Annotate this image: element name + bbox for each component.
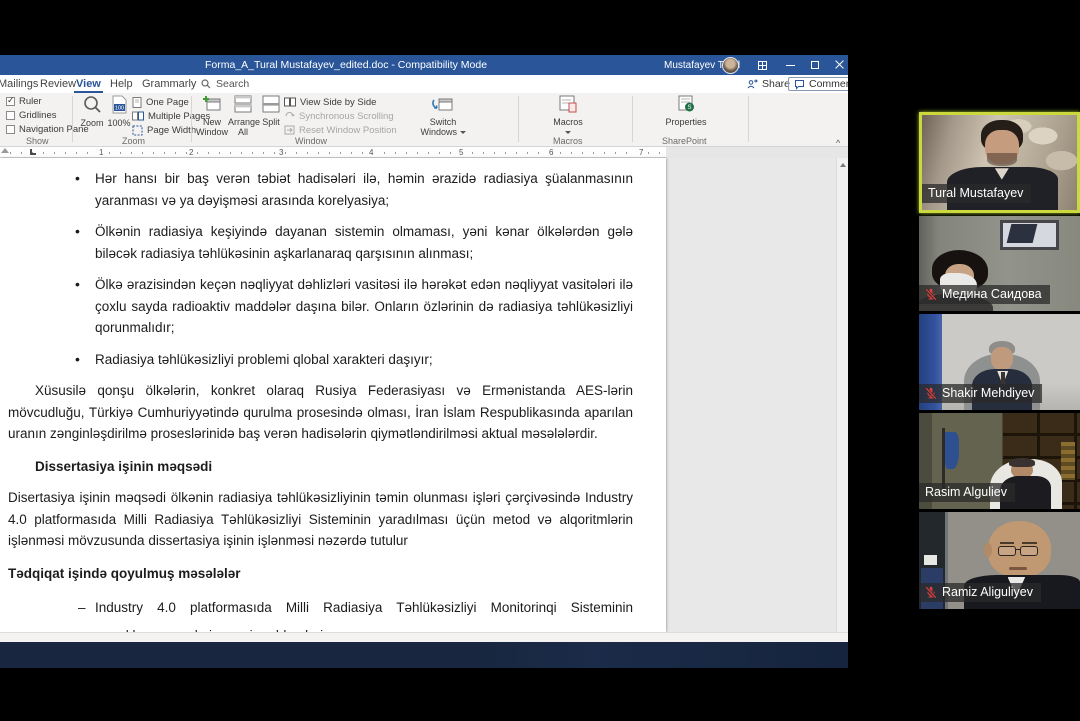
search-input[interactable]: Search bbox=[201, 77, 249, 91]
dash-item: Industry 4.0 platformasıda Milli Radiasi… bbox=[8, 594, 633, 632]
minimize-button[interactable] bbox=[778, 55, 804, 75]
section-heading: Dissertasiya işinin məqsədi bbox=[35, 456, 633, 478]
participant-tile[interactable]: Медина Саидова bbox=[919, 216, 1080, 311]
dash-list: Industry 4.0 platformasıda Milli Radiasi… bbox=[8, 594, 633, 632]
arrange-all-button[interactable]: Arrange All bbox=[228, 95, 258, 137]
arrange-all-icon bbox=[233, 95, 253, 113]
share-icon bbox=[747, 79, 758, 90]
scroll-up-icon[interactable] bbox=[840, 163, 846, 167]
macros-group-label: Macros bbox=[553, 136, 583, 146]
zoom-group-label: Zoom bbox=[122, 136, 145, 146]
muted-mic-icon bbox=[925, 288, 937, 301]
vertical-scrollbar[interactable] bbox=[836, 158, 848, 632]
bullet-list: Hər hansı bir baş verən təbiət hadisələr… bbox=[8, 168, 633, 370]
muted-mic-icon bbox=[925, 586, 937, 599]
document-page[interactable]: Hər hansı bir baş verən təbiət hadisələr… bbox=[0, 158, 666, 632]
participant-name: Ramiz Aliguliyev bbox=[919, 583, 1041, 602]
participant-tile[interactable]: Ramiz Aliguliyev bbox=[919, 512, 1080, 609]
comments-icon bbox=[794, 79, 805, 90]
participant-name: Rasim Alguliev bbox=[919, 483, 1015, 502]
magnifier-icon bbox=[83, 95, 102, 114]
screen-share-area: Forma_A_Tural Mustafayev_edited.doc - Co… bbox=[0, 55, 848, 668]
page-width-button[interactable]: Page Width bbox=[132, 124, 196, 136]
bullet-item: Ölkə ərazisindən keçən nəqliyyat dəhlizl… bbox=[8, 274, 633, 339]
participant-name: Tural Mustafayev bbox=[922, 184, 1031, 203]
windows-taskbar[interactable] bbox=[0, 642, 848, 668]
bullet-item: Ölkənin radiasiya keşiyində dayanan sist… bbox=[8, 221, 633, 264]
dropdown-caret-icon bbox=[460, 131, 466, 134]
show-group-label: Show bbox=[26, 136, 49, 146]
dropdown-caret-icon bbox=[565, 131, 571, 134]
synchronous-scrolling-button[interactable]: Synchronous Scrolling bbox=[284, 110, 394, 122]
bullet-item: Hər hansı bir baş verən təbiət hadisələr… bbox=[8, 168, 633, 211]
svg-text:100: 100 bbox=[114, 106, 123, 112]
document-content: Hər hansı bir baş verən təbiət hadisələr… bbox=[0, 158, 666, 632]
tab-view[interactable]: View bbox=[72, 75, 105, 93]
side-by-side-icon bbox=[284, 97, 296, 107]
participant-name: Медина Саидова bbox=[919, 285, 1050, 304]
ribbon-display-options-icon[interactable] bbox=[750, 55, 776, 75]
new-window-button[interactable]: New Window bbox=[196, 95, 228, 137]
checkbox-icon bbox=[6, 111, 15, 120]
share-button[interactable]: Share bbox=[747, 77, 790, 91]
ruler-checkbox[interactable]: Ruler bbox=[6, 95, 42, 107]
reset-window-position-button[interactable]: Reset Window Position bbox=[284, 124, 397, 136]
checkbox-checked-icon bbox=[6, 97, 15, 106]
zoom-100-button[interactable]: 100 100% bbox=[106, 95, 132, 128]
meeting-stage: Forma_A_Tural Mustafayev_edited.doc - Co… bbox=[0, 0, 1080, 721]
tab-stop-marker[interactable] bbox=[30, 149, 36, 155]
new-window-icon bbox=[202, 95, 222, 113]
properties-icon: S bbox=[676, 95, 696, 113]
macros-icon bbox=[558, 95, 578, 113]
page-100-icon: 100 bbox=[111, 95, 128, 114]
svg-text:S: S bbox=[687, 105, 691, 111]
gridlines-checkbox[interactable]: Gridlines bbox=[6, 109, 57, 121]
muted-mic-icon bbox=[925, 387, 937, 400]
close-button[interactable] bbox=[826, 55, 848, 75]
document-title: Forma_A_Tural Mustafayev_edited.doc - Co… bbox=[205, 59, 487, 71]
restore-button[interactable] bbox=[802, 55, 828, 75]
one-page-button[interactable]: One Page bbox=[132, 96, 189, 108]
collapse-ribbon-icon[interactable]: ^ bbox=[836, 139, 846, 147]
multiple-pages-icon bbox=[132, 111, 144, 122]
bullet-item: Radiasiya təhlükəsizliyi problemi qlobal… bbox=[8, 349, 633, 371]
page-width-icon bbox=[132, 125, 143, 136]
zoom-button[interactable]: Zoom bbox=[76, 95, 108, 128]
sharepoint-group-label: SharePoint bbox=[662, 136, 707, 146]
paragraph: Xüsusilə qonşu ölkələrin, konkret olaraq… bbox=[8, 380, 633, 445]
reset-window-icon bbox=[284, 125, 295, 135]
word-status-bar bbox=[0, 632, 848, 642]
participant-tile[interactable]: Rasim Alguliev bbox=[919, 413, 1080, 509]
tab-help[interactable]: Help bbox=[106, 75, 137, 93]
checkbox-icon bbox=[6, 125, 15, 134]
horizontal-ruler[interactable]: 1234567 bbox=[0, 147, 848, 158]
switch-windows-button[interactable]: Switch Windows bbox=[420, 95, 466, 137]
ribbon-tab-row: Mailings Review View Help Grammarly Sear… bbox=[0, 75, 848, 93]
indent-marker[interactable] bbox=[1, 148, 9, 153]
properties-button[interactable]: S Properties bbox=[662, 95, 710, 127]
word-titlebar: Forma_A_Tural Mustafayev_edited.doc - Co… bbox=[0, 55, 848, 75]
participant-tile[interactable]: Tural Mustafayev bbox=[919, 112, 1080, 213]
sync-scrolling-icon bbox=[284, 111, 295, 121]
participant-name: Shakir Mehdiyev bbox=[919, 384, 1042, 403]
account-avatar[interactable] bbox=[722, 57, 739, 74]
tab-grammarly[interactable]: Grammarly bbox=[138, 75, 200, 93]
one-page-icon bbox=[132, 97, 142, 108]
split-button[interactable]: Split bbox=[258, 95, 284, 127]
participant-tile[interactable]: Shakir Mehdiyev bbox=[919, 314, 1080, 410]
macros-button[interactable]: Macros bbox=[548, 95, 588, 137]
document-workspace: Hər hansı bir baş verən təbiət hadisələr… bbox=[0, 158, 848, 632]
ribbon: Ruler Gridlines Navigation Pane Show Zoo… bbox=[0, 93, 848, 147]
window-group-label: Window bbox=[295, 136, 327, 146]
section-heading: Tədqiqat işində qoyulmuş məsələlər bbox=[8, 563, 633, 585]
switch-windows-icon bbox=[432, 95, 454, 113]
split-icon bbox=[261, 95, 281, 113]
paragraph: Disertasiya işinin məqsədi ölkənin radia… bbox=[8, 487, 633, 552]
view-side-by-side-button[interactable]: View Side by Side bbox=[284, 96, 376, 108]
search-icon bbox=[201, 79, 211, 89]
comments-button[interactable]: Comments bbox=[788, 77, 848, 91]
